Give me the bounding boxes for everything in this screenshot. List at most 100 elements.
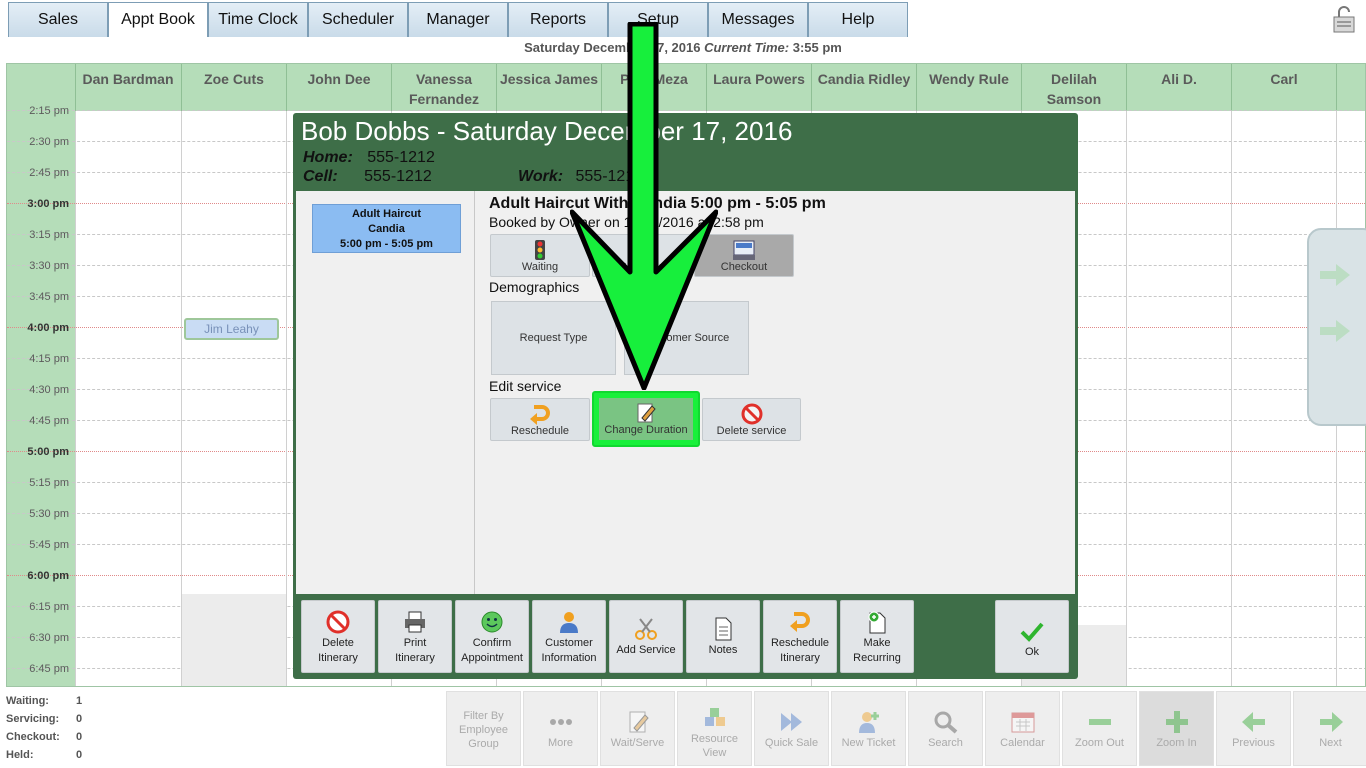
add-service-label: Add Service xyxy=(616,644,676,656)
time-slot-label: 5:00 pm xyxy=(27,446,69,458)
wait-serve-button[interactable]: Wait/Serve xyxy=(600,691,675,766)
lock-register-icon[interactable] xyxy=(1332,6,1356,34)
demographics-label: Demographics xyxy=(489,279,580,295)
tab-time-clock[interactable]: Time Clock xyxy=(208,2,308,37)
waiting-label: Waiting xyxy=(521,261,559,273)
employee-column-header[interactable]: Zoe Cuts xyxy=(181,64,286,111)
new-ticket-button[interactable]: New Ticket xyxy=(831,691,906,766)
service-card-time: 5:00 pm - 5:05 pm xyxy=(340,238,433,250)
home-phone-row: Home: 555-1212 xyxy=(303,149,435,167)
reschedule-itinerary-button[interactable]: Reschedule Itinerary xyxy=(763,600,837,673)
tab-appt-book[interactable]: Appt Book xyxy=(108,2,208,37)
employee-column-header[interactable]: Laura Powers xyxy=(706,64,811,111)
zoom-out-button[interactable]: Zoom Out xyxy=(1062,691,1137,766)
previous-label: Previous xyxy=(1232,737,1275,749)
employee-column-header[interactable]: John Dee xyxy=(286,64,391,111)
calendar-icon xyxy=(1011,712,1034,733)
employee-column-header[interactable]: Ed xyxy=(1336,64,1365,111)
service-list: Adult Haircut Candia 5:00 pm - 5:05 pm xyxy=(296,191,475,594)
make-recurring-label-2: Recurring xyxy=(853,652,901,664)
change-duration-label: Change Duration xyxy=(604,424,688,436)
customer-information-button[interactable]: Customer Information xyxy=(532,600,606,673)
no-entry-icon xyxy=(326,610,350,634)
column-divider xyxy=(1126,111,1127,686)
more-button[interactable]: More xyxy=(523,691,598,766)
time-slot-label: 6:00 pm xyxy=(27,570,69,582)
add-service-button[interactable]: Add Service xyxy=(609,600,683,673)
home-phone-label: Home: xyxy=(303,149,353,166)
search-button[interactable]: Search xyxy=(908,691,983,766)
delete-itinerary-button[interactable]: Delete Itinerary xyxy=(301,600,375,673)
employee-column-header[interactable]: Carl xyxy=(1231,64,1336,111)
search-icon xyxy=(934,711,957,734)
tab-help[interactable]: Help xyxy=(808,2,908,37)
notes-label: Notes xyxy=(708,644,738,656)
print-itinerary-button[interactable]: Print Itinerary xyxy=(378,600,452,673)
filter-label-3: Group xyxy=(468,738,499,750)
reschedule-arrow-icon xyxy=(790,612,810,632)
new-ticket-icon xyxy=(858,712,879,733)
calendar-button[interactable]: Calendar xyxy=(985,691,1060,766)
current-time: 3:55 pm xyxy=(792,40,842,55)
employee-column-header[interactable]: Ali D. xyxy=(1126,64,1231,111)
resource-cubes-icon xyxy=(704,708,725,726)
zoom-in-button[interactable]: Zoom In xyxy=(1139,691,1214,766)
traffic-light-icon xyxy=(535,240,545,260)
employee-column-header[interactable]: Dan Bardman xyxy=(75,64,180,111)
next-label: Next xyxy=(1319,737,1342,749)
employee-column-header[interactable]: Vanessa Fernandez xyxy=(391,64,496,111)
make-recurring-button[interactable]: Make Recurring xyxy=(840,600,914,673)
time-slot-label: 3:15 pm xyxy=(29,229,69,241)
cell-phone-label: Cell: xyxy=(303,168,338,185)
employee-column-header[interactable]: Candia Ridley xyxy=(811,64,916,111)
resource-view-button[interactable]: Resource View xyxy=(677,691,752,766)
main-tabs: Sales Appt Book Time Clock Scheduler Man… xyxy=(8,2,908,38)
filter-employee-group-button[interactable]: Filter By Employee Group xyxy=(446,691,521,766)
customer-information-label-2: Information xyxy=(541,652,597,664)
tab-sales[interactable]: Sales xyxy=(8,2,108,37)
unavailable-block xyxy=(181,594,286,686)
next-day-arrow-icon[interactable] xyxy=(1318,262,1352,288)
confirm-appointment-button[interactable]: Confirm Appointment xyxy=(455,600,529,673)
checkout-status-label: Checkout: xyxy=(6,731,60,743)
time-slot-label: 3:00 pm xyxy=(27,198,69,210)
make-recurring-label: Make xyxy=(863,637,891,649)
new-ticket-label: New Ticket xyxy=(841,737,896,749)
next-button[interactable]: Next xyxy=(1293,691,1366,766)
next-week-arrow-icon[interactable] xyxy=(1318,318,1352,344)
change-duration-button[interactable]: Change Duration xyxy=(592,391,700,447)
delete-service-label: Delete service xyxy=(716,425,787,437)
resource-view-label-2: View xyxy=(702,747,727,759)
column-divider xyxy=(286,111,287,686)
tab-messages[interactable]: Messages xyxy=(708,2,808,37)
servicing-status-label: Servicing: xyxy=(6,713,60,725)
arrow-left-icon xyxy=(1241,712,1265,732)
time-slot-label: 3:30 pm xyxy=(29,260,69,272)
ok-button[interactable]: Ok xyxy=(995,600,1069,673)
employee-column-header[interactable]: Wendy Rule xyxy=(916,64,1021,111)
quick-sale-button[interactable]: Quick Sale xyxy=(754,691,829,766)
column-divider xyxy=(1231,111,1232,686)
tab-manager[interactable]: Manager xyxy=(408,2,508,37)
delete-service-button[interactable]: Delete service xyxy=(702,398,801,441)
employee-column-header[interactable]: Delilah Samson xyxy=(1021,64,1126,111)
delete-itinerary-label-2: Itinerary xyxy=(318,652,358,664)
checkmark-icon xyxy=(1020,622,1044,642)
tab-scheduler[interactable]: Scheduler xyxy=(308,2,408,37)
appointment-block[interactable]: Jim Leahy xyxy=(184,318,279,340)
previous-button[interactable]: Previous xyxy=(1216,691,1291,766)
filter-label-2: Employee xyxy=(459,724,508,736)
service-card[interactable]: Adult Haircut Candia 5:00 pm - 5:05 pm xyxy=(312,204,461,253)
waiting-status: Waiting: 1 xyxy=(6,695,126,713)
reschedule-button[interactable]: Reschedule xyxy=(490,398,590,441)
minus-icon xyxy=(1088,719,1111,725)
time-slot-label: 2:45 pm xyxy=(29,167,69,179)
reschedule-label: Reschedule xyxy=(510,425,570,437)
more-dots-icon xyxy=(549,719,572,725)
servicing-count: 0 xyxy=(76,713,83,725)
service-card-employee: Candia xyxy=(368,223,405,235)
reschedule-arrow-icon xyxy=(530,405,550,425)
notes-button[interactable]: Notes xyxy=(686,600,760,673)
service-card-name: Adult Haircut xyxy=(351,208,422,220)
time-slot-label: 5:45 pm xyxy=(29,539,69,551)
